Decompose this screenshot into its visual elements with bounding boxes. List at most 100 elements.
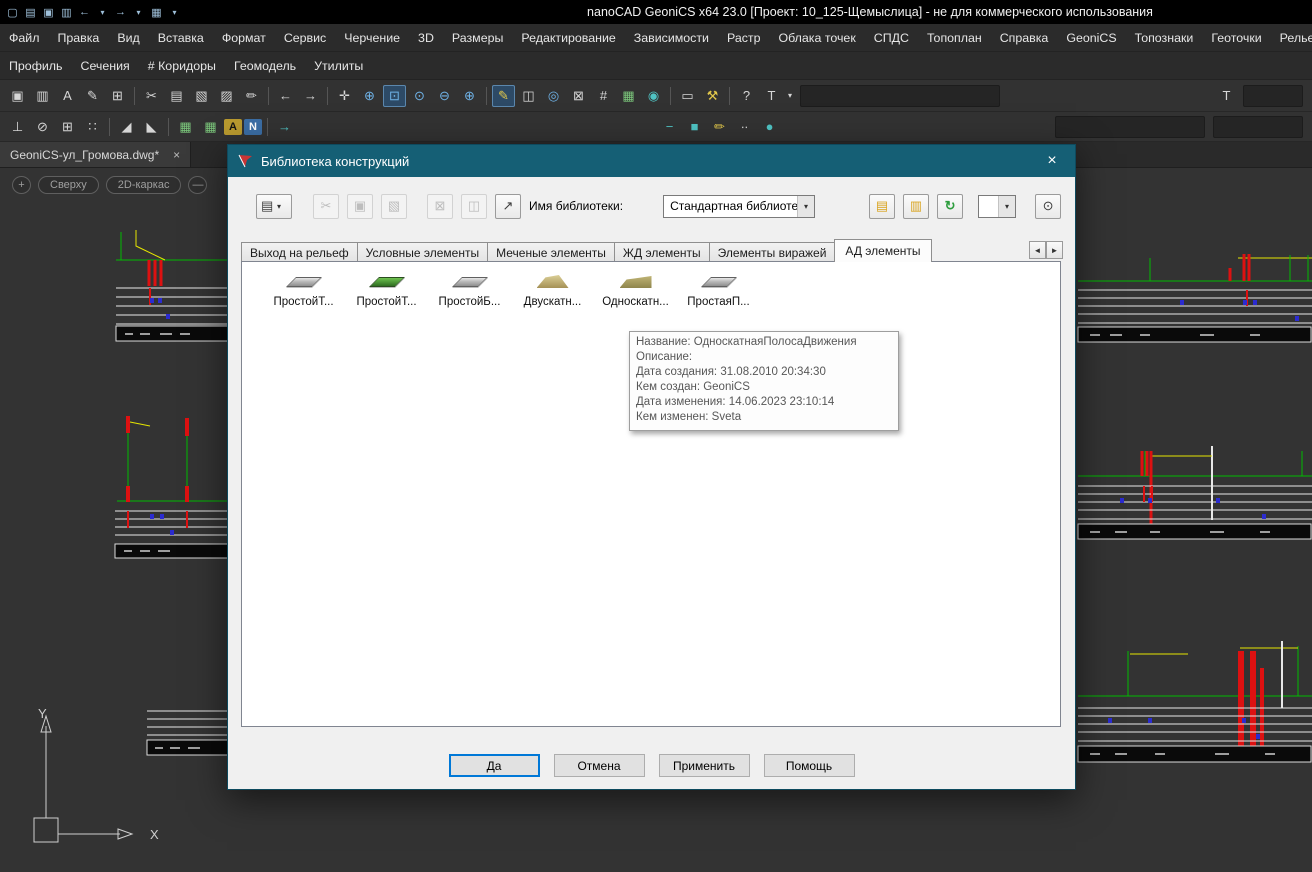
library-menu-button[interactable]: ▤ ▾ [256,194,292,219]
apply-button[interactable]: Применить [659,754,750,777]
region-icon[interactable]: ⊠ [567,85,590,107]
menu-file[interactable]: Файл [0,24,48,52]
close-icon[interactable]: × [1038,152,1066,170]
geoposition-icon[interactable]: ◉ [642,85,665,107]
export-element-icon[interactable]: ↗ [495,194,521,219]
document-tab[interactable]: GeoniCS-ул_Громова.dwg* × [0,142,191,167]
zoom-realtime-icon[interactable]: ⊕ [358,85,381,107]
field-tool-icon[interactable]: T [1215,85,1238,107]
chevron-down-icon[interactable]: ▾ [998,196,1015,217]
pan-icon[interactable]: ✛ [333,85,356,107]
format-painter-icon[interactable]: ✏ [240,85,263,107]
redo-icon[interactable]: → [299,85,322,107]
library-name-combobox[interactable]: Стандартная библиотека ▾ [663,195,815,218]
menu-tools[interactable]: Сервис [275,24,335,52]
zoom-dynamic-icon[interactable]: ⊙ [408,85,431,107]
paste-special-icon[interactable]: ▨ [215,85,238,107]
menu-format[interactable]: Формат [213,24,275,52]
edit-attributes-icon[interactable]: ✎ [81,85,104,107]
undo-history-icon[interactable]: ▾ [94,3,111,21]
help-icon[interactable]: ? [735,85,758,107]
menu-geopoints[interactable]: Геоточки [1202,24,1270,52]
library-item-6[interactable]: ПростаяП... [677,274,760,308]
library-item-3[interactable]: ПростойБ... [428,274,511,308]
table-icon[interactable]: ▦ [617,85,640,107]
viewport-menu-button[interactable]: — [188,176,207,194]
table-export-icon[interactable]: ▦ [199,116,222,138]
menu-constraints[interactable]: Зависимости [625,24,718,52]
tab-mechenye-elementy[interactable]: Меченые элементы [487,242,615,262]
help-button[interactable]: Помощь [764,754,855,777]
menu-profile[interactable]: Профиль [0,52,72,80]
paste-element-icon[interactable]: ▧ [381,194,407,219]
chevron-down-icon[interactable]: ▾ [797,196,814,217]
command-field[interactable] [800,85,1000,107]
grid-icon[interactable]: # [592,85,615,107]
points-tool-icon[interactable]: ∷ [81,116,104,138]
tab-ad-elementy[interactable]: АД элементы [834,239,931,262]
cancel-button[interactable]: Отмена [554,754,645,777]
slope-icon[interactable]: ◢ [115,116,138,138]
visual-style-button[interactable]: 2D-каркас [106,176,182,194]
dots-icon[interactable]: ∙∙ [733,116,756,138]
menu-corridors[interactable]: # Коридоры [139,52,225,80]
express-tools-icon[interactable]: ⚒ [701,85,724,107]
zoom-in-icon[interactable]: ⊕ [458,85,481,107]
paste-icon[interactable]: ▧ [190,85,213,107]
circle-tool-icon[interactable]: ⊘ [31,116,54,138]
viewport-icon[interactable]: ◫ [517,85,540,107]
copy-element-icon[interactable]: ▣ [347,194,373,219]
layer-field[interactable] [1055,116,1205,138]
chevron-down-icon[interactable]: ▾ [785,85,795,107]
menu-spds[interactable]: СПДС [865,24,918,52]
zoom-out-icon[interactable]: ⊖ [433,85,456,107]
tab-zhd-elementy[interactable]: ЖД элементы [614,242,710,262]
view-direction-button[interactable]: Сверху [38,176,99,194]
viewport-controls-button[interactable]: + [12,176,31,194]
chamfer-icon[interactable]: ◣ [140,116,163,138]
menu-insert[interactable]: Вставка [149,24,213,52]
menu-help[interactable]: Справка [991,24,1058,52]
leader-icon[interactable]: → [273,116,296,138]
import-library-icon[interactable]: ▥ [903,194,929,219]
toolbar-field[interactable] [1243,85,1303,107]
menu-relief[interactable]: Рельеф [1271,24,1312,52]
named-views-icon[interactable]: ◎ [542,85,565,107]
freeze-icon[interactable]: − [658,116,681,138]
library-item-2[interactable]: ПростойТ... [345,274,428,308]
cut-icon[interactable]: ✂ [140,85,163,107]
preview-element-button[interactable]: ⊙ [1035,194,1061,219]
duplicate-element-icon[interactable]: ◫ [461,194,487,219]
library-item-5[interactable]: Односкатн... [594,274,677,308]
menu-edit[interactable]: Правка [48,24,108,52]
properties-icon[interactable]: ⊞ [106,85,129,107]
save-icon[interactable]: ▣ [6,85,29,107]
menu-view[interactable]: Вид [108,24,148,52]
menu-topoplan[interactable]: Топоплан [918,24,991,52]
menu-geomodel[interactable]: Геомодель [225,52,305,80]
menu-point-clouds[interactable]: Облака точек [770,24,865,52]
workspace-dropdown-icon[interactable]: ▾ [166,3,183,21]
save-icon[interactable]: ▣ [40,3,57,21]
rectangle-tool-icon[interactable]: ⊞ [56,116,79,138]
sketch-icon[interactable]: ✎ [492,85,515,107]
highlight-icon[interactable]: ✏ [708,116,731,138]
style-field[interactable] [1213,116,1303,138]
new-file-icon[interactable]: ▢ [4,3,21,21]
cut-element-icon[interactable]: ✂ [313,194,339,219]
node-icon[interactable]: ● [758,116,781,138]
tab-vykhod-na-relef[interactable]: Выход на рельеф [241,242,358,262]
redo-icon[interactable]: → [112,3,129,21]
solid-icon[interactable]: ■ [683,116,706,138]
numbering-icon[interactable]: N [244,119,262,135]
delete-element-icon[interactable]: ⊠ [427,194,453,219]
field-text-icon[interactable]: A [224,119,242,135]
undo-icon[interactable]: ← [76,3,93,21]
table-edit-icon[interactable]: ▦ [174,116,197,138]
open-file-icon[interactable]: ▤ [22,3,39,21]
layout-icon[interactable]: ▭ [676,85,699,107]
tab-close-icon[interactable]: × [173,148,180,162]
tabs-scroll-right-button[interactable]: ► [1046,241,1063,259]
menu-3d[interactable]: 3D [409,24,443,52]
menu-toposigns[interactable]: Топознаки [1126,24,1203,52]
